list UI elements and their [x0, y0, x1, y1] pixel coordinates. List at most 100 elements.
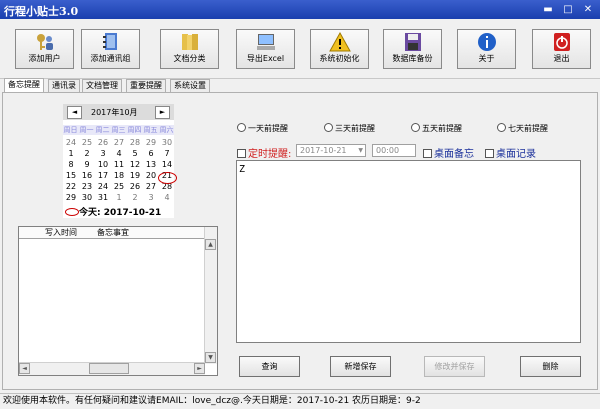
- radio-label: 七天前提醒: [508, 124, 548, 133]
- calendar-day[interactable]: 13: [143, 159, 159, 170]
- calendar-day[interactable]: 24: [63, 137, 79, 148]
- calendar-day[interactable]: 26: [95, 137, 111, 148]
- calendar-header: ◄ 2017年10月 ►: [63, 104, 174, 120]
- calendar-day[interactable]: 11: [111, 159, 127, 170]
- doc-category-button[interactable]: 文档分类: [160, 29, 219, 69]
- doc-category-label: 文档分类: [173, 54, 206, 63]
- calendar-day[interactable]: 9: [79, 159, 95, 170]
- calendar-day[interactable]: 6: [143, 148, 159, 159]
- calendar-day[interactable]: 15: [63, 170, 79, 181]
- next-month-button[interactable]: ►: [155, 106, 170, 119]
- about-button[interactable]: 关于: [457, 29, 516, 69]
- tab-important[interactable]: 重要提醒: [126, 79, 166, 92]
- column-memo-item[interactable]: 备忘事宜: [97, 227, 129, 238]
- reminder-time-field[interactable]: 00:00: [372, 144, 416, 157]
- maximize-button[interactable]: □: [560, 3, 576, 16]
- close-button[interactable]: ✕: [580, 3, 596, 16]
- calendar-month: 2017年10月: [91, 108, 138, 117]
- system-init-button[interactable]: 系统初始化: [310, 29, 369, 69]
- prev-month-button[interactable]: ◄: [67, 106, 82, 119]
- export-excel-button[interactable]: 导出Excel: [236, 29, 295, 69]
- calendar-day[interactable]: 16: [79, 170, 95, 181]
- calendar-day[interactable]: 23: [79, 181, 95, 192]
- calendar-day[interactable]: 29: [143, 137, 159, 148]
- radio-one-day[interactable]: 一天前提醒: [237, 123, 288, 134]
- calendar-day[interactable]: 3: [95, 148, 111, 159]
- calendar-day[interactable]: 27: [143, 181, 159, 192]
- calendar-day[interactable]: 27: [111, 137, 127, 148]
- calendar-day[interactable]: 4: [159, 192, 175, 203]
- radio-three-days[interactable]: 三天前提醒: [324, 123, 375, 134]
- calendar-day[interactable]: 26: [127, 181, 143, 192]
- scroll-up-icon[interactable]: ▲: [205, 239, 216, 250]
- status-bar: 欢迎使用本软件。有任何疑问和建议请EMAIL：love_dcz@.今天日期是：2…: [0, 393, 600, 409]
- modify-save-button[interactable]: 修改并保存: [424, 356, 485, 377]
- delete-button[interactable]: 删除: [520, 356, 581, 377]
- add-group-button[interactable]: 添加通讯组: [81, 29, 140, 69]
- chevron-down-icon[interactable]: ▼: [358, 145, 363, 156]
- about-label: 关于: [478, 54, 495, 63]
- desk-record-checkbox[interactable]: 桌面记录: [485, 145, 536, 160]
- memo-text[interactable]: Z: [239, 164, 245, 175]
- scroll-left-icon[interactable]: ◄: [19, 363, 30, 374]
- reminder-date-value: 2017-10-21: [300, 146, 347, 155]
- radio-label: 三天前提醒: [335, 124, 375, 133]
- radio-five-days[interactable]: 五天前提醒: [411, 123, 462, 134]
- memo-editor[interactable]: Z: [236, 160, 581, 343]
- calendar-day[interactable]: 1: [111, 192, 127, 203]
- radio-label: 五天前提醒: [422, 124, 462, 133]
- save-new-button[interactable]: 新增保存: [330, 356, 391, 377]
- toolbar: 添加用户 添加通讯组 文档分类 导出Excel 系统初始化 数据库备份 关于 退…: [0, 19, 600, 79]
- timed-reminder-checkbox[interactable]: 定时提醒:: [237, 145, 291, 160]
- calendar-day[interactable]: 14: [159, 159, 175, 170]
- power-icon: [553, 33, 570, 51]
- desk-memo-checkbox[interactable]: 桌面备忘: [423, 145, 474, 160]
- calendar-day[interactable]: 3: [143, 192, 159, 203]
- db-backup-button[interactable]: 数据库备份: [383, 29, 442, 69]
- calendar-day[interactable]: 20: [143, 170, 159, 181]
- calendar-day[interactable]: 19: [127, 170, 143, 181]
- calendar-day[interactable]: 17: [95, 170, 111, 181]
- tab-settings[interactable]: 系统设置: [170, 79, 210, 92]
- calendar-day[interactable]: 22: [63, 181, 79, 192]
- calendar-day[interactable]: 18: [111, 170, 127, 181]
- calendar-day[interactable]: 1: [63, 148, 79, 159]
- calendar-day[interactable]: 10: [95, 159, 111, 170]
- minimize-button[interactable]: ▬: [540, 3, 556, 16]
- calendar-day[interactable]: 8: [63, 159, 79, 170]
- calendar-day[interactable]: 29: [63, 192, 79, 203]
- query-button[interactable]: 查询: [239, 356, 300, 377]
- calendar-day[interactable]: 4: [111, 148, 127, 159]
- calendar-day[interactable]: 31: [95, 192, 111, 203]
- tab-contacts[interactable]: 通讯录: [48, 79, 80, 92]
- calendar-day[interactable]: 30: [159, 137, 175, 148]
- calendar-day[interactable]: 28: [127, 137, 143, 148]
- memo-list[interactable]: 写入时间 备忘事宜 ▲ ▼ ◄ ►: [18, 226, 218, 376]
- radio-seven-days[interactable]: 七天前提醒: [497, 123, 548, 134]
- calendar-day[interactable]: 5: [127, 148, 143, 159]
- scroll-right-icon[interactable]: ►: [194, 363, 205, 374]
- calendar-day[interactable]: 24: [95, 181, 111, 192]
- calendar-day[interactable]: 12: [127, 159, 143, 170]
- weekday: 周一: [79, 126, 94, 134]
- calendar-day[interactable]: 2: [127, 192, 143, 203]
- weekday: 周四: [127, 126, 142, 134]
- calendar-day[interactable]: 25: [79, 137, 95, 148]
- column-write-time[interactable]: 写入时间: [45, 227, 77, 238]
- warning-icon: [328, 32, 351, 52]
- today-label[interactable]: 今天: 2017-10-21: [79, 205, 161, 218]
- system-init-label: 系统初始化: [319, 54, 360, 63]
- tab-memo-reminder[interactable]: 备忘提醒: [4, 78, 44, 92]
- vertical-scrollbar[interactable]: ▲ ▼: [204, 227, 217, 364]
- calendar-day[interactable]: 30: [79, 192, 95, 203]
- reminder-date-field[interactable]: 2017-10-21 ▼: [296, 144, 366, 157]
- exit-button[interactable]: 退出: [532, 29, 591, 69]
- scroll-thumb[interactable]: [89, 363, 129, 374]
- tab-documents[interactable]: 文档管理: [82, 79, 122, 92]
- scroll-down-icon[interactable]: ▼: [205, 352, 216, 363]
- horizontal-scrollbar[interactable]: ◄ ►: [19, 362, 205, 375]
- calendar-day[interactable]: 2: [79, 148, 95, 159]
- calendar-day[interactable]: 7: [159, 148, 175, 159]
- calendar-day[interactable]: 25: [111, 181, 127, 192]
- add-user-button[interactable]: 添加用户: [15, 29, 74, 69]
